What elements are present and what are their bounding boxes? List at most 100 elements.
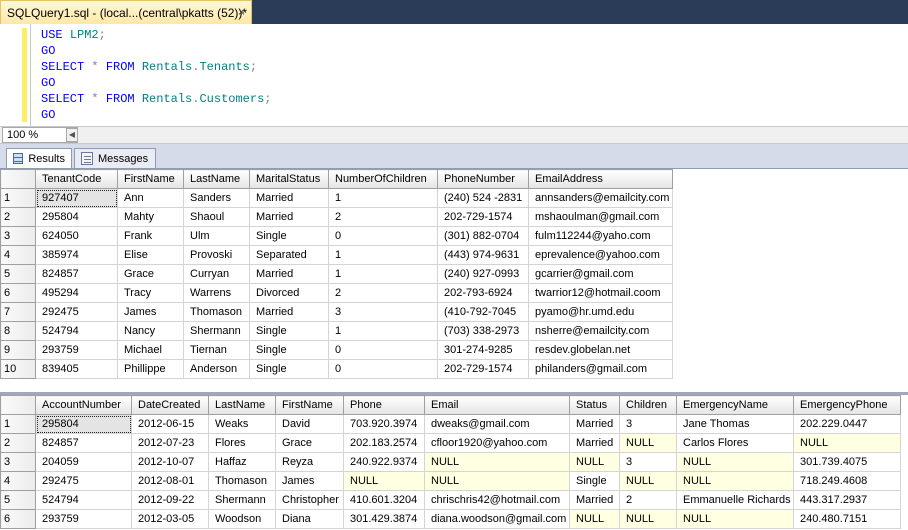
table-cell[interactable]: NULL <box>343 471 425 491</box>
table-cell[interactable]: Diana <box>275 509 344 529</box>
column-header[interactable]: FirstName <box>117 169 184 189</box>
column-header[interactable]: Phone <box>343 395 425 415</box>
table-cell[interactable]: 202.229.0447 <box>793 414 901 434</box>
table-cell[interactable]: 204059 <box>35 452 132 472</box>
table-cell[interactable]: Separated <box>249 245 329 265</box>
table-cell[interactable]: 202-793-6924 <box>437 283 529 303</box>
column-header[interactable]: LastName <box>183 169 250 189</box>
table-cell[interactable]: 301.739.4075 <box>793 452 901 472</box>
table-cell[interactable]: Frank <box>117 226 184 246</box>
table-cell[interactable]: Elise <box>117 245 184 265</box>
table-cell[interactable]: 2012-08-01 <box>131 471 209 491</box>
table-cell[interactable]: 2012-06-15 <box>131 414 209 434</box>
row-number[interactable]: 5 <box>0 490 36 510</box>
table-cell[interactable]: Shaoul <box>183 207 250 227</box>
table-cell[interactable]: James <box>117 302 184 322</box>
table-cell[interactable]: Woodson <box>208 509 276 529</box>
table-cell[interactable]: Tiernan <box>183 340 250 360</box>
table-cell[interactable]: (240) 927-0993 <box>437 264 529 284</box>
table-cell[interactable]: Ann <box>117 188 184 208</box>
table-cell[interactable]: Single <box>569 471 620 491</box>
code-line[interactable]: GO <box>41 43 271 59</box>
table-cell[interactable]: Married <box>249 207 329 227</box>
table-row[interactable]: 6 495294 Tracy Warrens Divorced 2 202-793-6924… <box>0 283 673 303</box>
table-cell[interactable]: Emmanuelle Richards <box>676 490 794 510</box>
table-cell[interactable]: Married <box>569 414 620 434</box>
table-cell[interactable]: Reyza <box>275 452 344 472</box>
table-row[interactable]: 5 524794 2012-09-22 Shermann Christopher 410.… <box>0 490 901 510</box>
table-cell[interactable]: 2 <box>328 283 438 303</box>
table-cell[interactable]: 0 <box>328 226 438 246</box>
table-cell[interactable]: Married <box>569 490 620 510</box>
row-number[interactable]: 6 <box>0 509 36 529</box>
table-cell[interactable]: cfloor1920@yahoo.com <box>424 433 570 453</box>
table-cell[interactable]: diana.woodson@gmail.com <box>424 509 570 529</box>
table-cell[interactable]: 1 <box>328 245 438 265</box>
table-cell[interactable]: Sanders <box>183 188 250 208</box>
table-cell[interactable]: 3 <box>328 302 438 322</box>
table-cell[interactable]: 0 <box>328 359 438 379</box>
column-header[interactable]: EmergencyPhone <box>793 395 901 415</box>
table-cell[interactable]: NULL <box>793 433 901 453</box>
table-cell[interactable]: James <box>275 471 344 491</box>
table-cell[interactable]: Grace <box>275 433 344 453</box>
column-header[interactable]: Email <box>424 395 570 415</box>
table-cell[interactable]: 2012-03-05 <box>131 509 209 529</box>
table-row[interactable]: 2 824857 2012-07-23 Flores Grace 202.183.2574… <box>0 433 901 453</box>
table-cell[interactable]: (703) 338-2973 <box>437 321 529 341</box>
table-cell[interactable]: NULL <box>569 452 620 472</box>
table-cell[interactable]: 293759 <box>35 340 118 360</box>
grid-corner[interactable] <box>0 169 36 189</box>
code-line[interactable]: SELECT * FROM Rentals.Customers; <box>41 91 271 107</box>
table-cell[interactable]: 824857 <box>35 433 132 453</box>
table-cell[interactable]: NULL <box>619 471 677 491</box>
table-cell[interactable]: pyamo@hr.umd.edu <box>528 302 673 322</box>
table-cell[interactable]: Grace <box>117 264 184 284</box>
table-row[interactable]: 4 292475 2012-08-01 Thomason James NULL NULL Si… <box>0 471 901 491</box>
grid-corner[interactable] <box>0 395 36 415</box>
scroll-left-button[interactable]: ◀ <box>66 128 78 142</box>
table-cell[interactable]: Warrens <box>183 283 250 303</box>
table-row[interactable]: 9 293759 Michael Tiernan Single 0 301-274-9285… <box>0 340 673 360</box>
table-cell[interactable]: dweaks@gmail.com <box>424 414 570 434</box>
table-cell[interactable]: Anderson <box>183 359 250 379</box>
row-number[interactable]: 10 <box>0 359 36 379</box>
table-cell[interactable]: philanders@gmail.com <box>528 359 673 379</box>
table-cell[interactable]: Thomason <box>183 302 250 322</box>
table-cell[interactable]: 2012-09-22 <box>131 490 209 510</box>
table-cell[interactable]: Nancy <box>117 321 184 341</box>
table-cell[interactable]: chrischris42@hotmail.com <box>424 490 570 510</box>
table-cell[interactable]: Divorced <box>249 283 329 303</box>
table-cell[interactable]: 495294 <box>35 283 118 303</box>
table-cell[interactable]: Mahty <box>117 207 184 227</box>
table-cell[interactable]: 927407 <box>35 188 118 208</box>
table-cell[interactable]: Flores <box>208 433 276 453</box>
table-cell[interactable]: 301.429.3874 <box>343 509 425 529</box>
row-number[interactable]: 5 <box>0 264 36 284</box>
table-cell[interactable]: Thomason <box>208 471 276 491</box>
column-header[interactable]: DateCreated <box>131 395 209 415</box>
table-cell[interactable]: Jane Thomas <box>676 414 794 434</box>
table-cell[interactable]: Tracy <box>117 283 184 303</box>
row-number[interactable]: 4 <box>0 471 36 491</box>
results-grid-tenants[interactable]: TenantCode FirstName LastName MaritalStatus… <box>0 168 908 392</box>
table-row[interactable]: 1 927407 Ann Sanders Married 1 (240) 524 -2831… <box>0 188 673 208</box>
table-cell[interactable]: NULL <box>676 509 794 529</box>
table-cell[interactable]: 202-729-1574 <box>437 359 529 379</box>
query-editor[interactable]: USE LPM2; GO SELECT * FROM Rentals.Tenants… <box>0 24 908 126</box>
table-cell[interactable]: Married <box>249 264 329 284</box>
table-cell[interactable]: 295804 <box>35 207 118 227</box>
table-cell[interactable]: Haffaz <box>208 452 276 472</box>
row-number[interactable]: 3 <box>0 226 36 246</box>
row-number[interactable]: 7 <box>0 302 36 322</box>
table-cell[interactable]: Michael <box>117 340 184 360</box>
table-row[interactable]: 3 624050 Frank Ulm Single 0 (301) 882-0704 fulm… <box>0 226 673 246</box>
table-cell[interactable]: 2012-07-23 <box>131 433 209 453</box>
column-header[interactable]: NumberOfChildren <box>328 169 438 189</box>
sql-code[interactable]: USE LPM2; GO SELECT * FROM Rentals.Tenants… <box>41 27 271 123</box>
table-row[interactable]: 8 524794 Nancy Shermann Single 1 (703) 338-297… <box>0 321 673 341</box>
table-cell[interactable]: NULL <box>676 452 794 472</box>
table-cell[interactable]: Phillippe <box>117 359 184 379</box>
table-row[interactable]: 10 839405 Phillippe Anderson Single 0 202-729-… <box>0 359 673 379</box>
column-header[interactable]: TenantCode <box>35 169 118 189</box>
